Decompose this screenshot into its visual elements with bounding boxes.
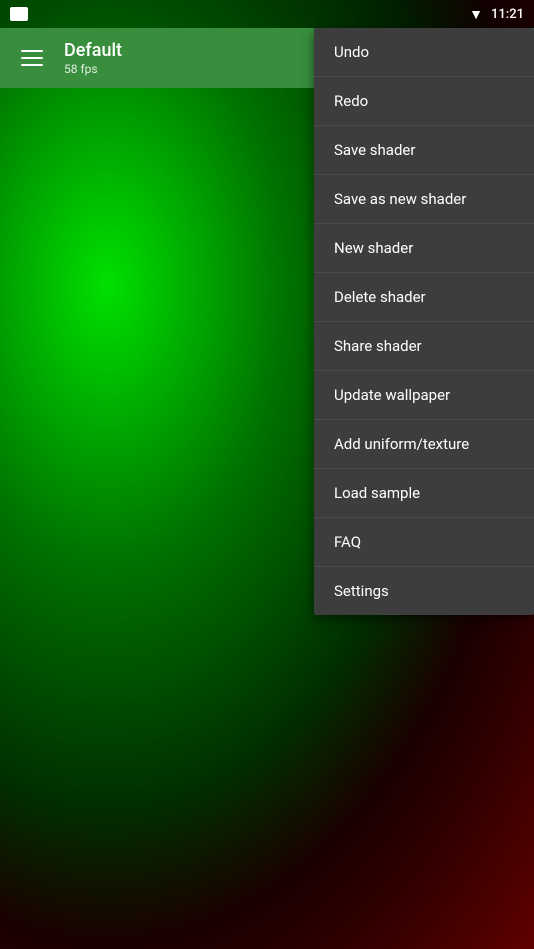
menu-item-share-shader[interactable]: Share shader [314, 322, 534, 370]
menu-item-add-uniform-texture[interactable]: Add uniform/texture [314, 420, 534, 468]
menu-item-settings[interactable]: Settings [314, 567, 534, 615]
menu-item-undo[interactable]: Undo [314, 28, 534, 76]
notification-icon [10, 7, 28, 21]
clock: 11:21 [491, 7, 524, 22]
menu-item-redo[interactable]: Redo [314, 77, 534, 125]
hamburger-line-1 [21, 50, 43, 52]
hamburger-menu-button[interactable] [12, 38, 52, 78]
status-bar-right: ▼ 11:21 [469, 6, 524, 23]
menu-item-save-shader[interactable]: Save shader [314, 126, 534, 174]
menu-item-faq[interactable]: FAQ [314, 518, 534, 566]
menu-item-save-as-new-shader[interactable]: Save as new shader [314, 175, 534, 223]
menu-item-update-wallpaper[interactable]: Update wallpaper [314, 371, 534, 419]
hamburger-line-2 [21, 57, 43, 59]
wifi-icon: ▼ [469, 6, 483, 23]
status-bar: ▼ 11:21 [0, 0, 534, 28]
status-bar-left [10, 7, 28, 21]
menu-item-new-shader[interactable]: New shader [314, 224, 534, 272]
hamburger-line-3 [21, 64, 43, 66]
dropdown-menu: UndoRedoSave shaderSave as new shaderNew… [314, 28, 534, 615]
menu-item-load-sample[interactable]: Load sample [314, 469, 534, 517]
menu-item-delete-shader[interactable]: Delete shader [314, 273, 534, 321]
